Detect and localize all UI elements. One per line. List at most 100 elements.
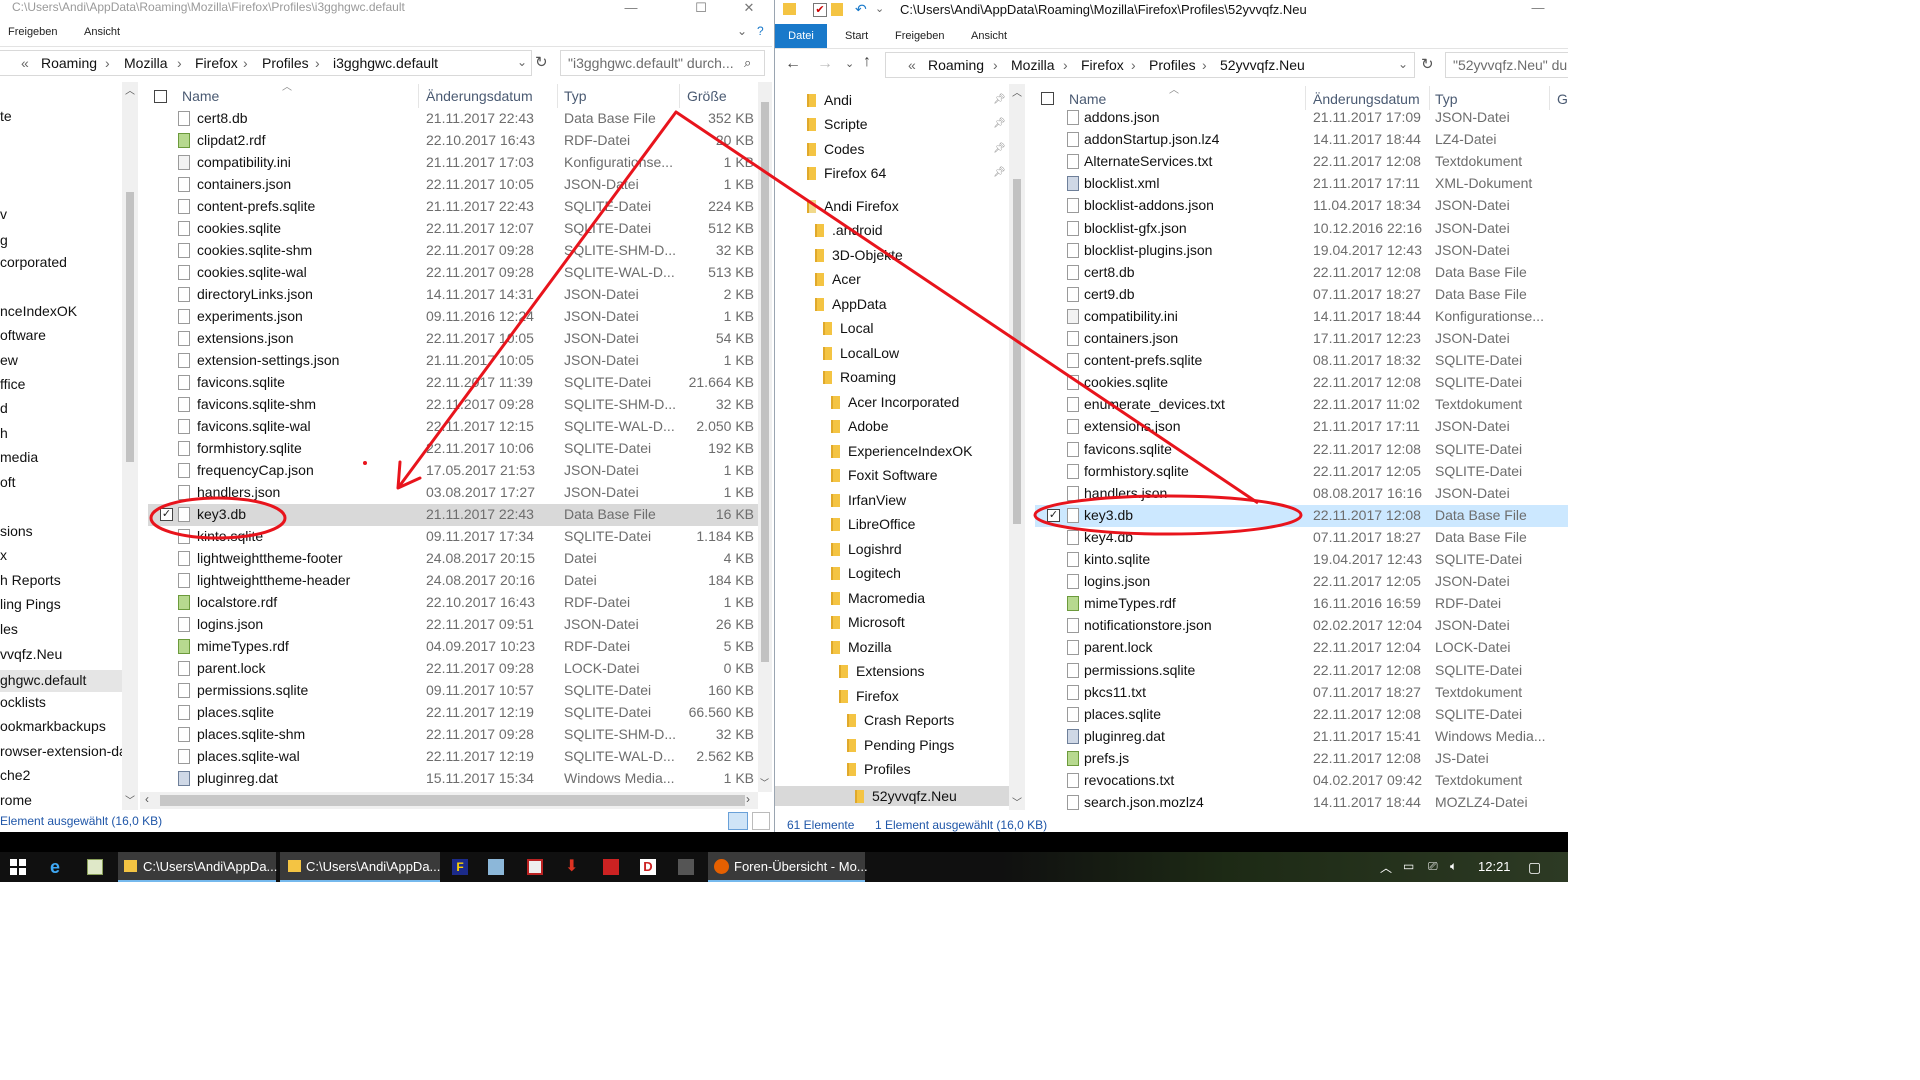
file-row[interactable]: extensions.json 22.11.2017 10:05 JSON-Date… bbox=[148, 328, 758, 350]
file-row[interactable]: cookies.sqlite-wal 22.11.2017 09:28 SQLITE… bbox=[148, 262, 758, 284]
nav-item[interactable]: Foxit Software bbox=[831, 467, 937, 483]
file-row[interactable]: favicons.sqlite-wal 22.11.2017 12:15 SQLIT… bbox=[148, 416, 758, 438]
up-icon[interactable]: ↑ bbox=[863, 53, 871, 71]
notepad-icon[interactable] bbox=[87, 859, 103, 875]
file-row[interactable]: prefs.js 22.11.2017 12:08 JS-Datei bbox=[1035, 748, 1568, 770]
nav-item[interactable]: Acer Incorporated bbox=[831, 394, 959, 410]
chevron-right-icon[interactable]: › bbox=[177, 55, 182, 71]
file-row[interactable]: pluginreg.dat 21.11.2017 15:41 Windows Med… bbox=[1035, 726, 1568, 748]
file-row[interactable]: content-prefs.sqlite 21.11.2017 22:43 SQLI… bbox=[148, 196, 758, 218]
file-row[interactable]: cert8.db 22.11.2017 12:08 Data Base File bbox=[1035, 262, 1568, 284]
row-checkbox[interactable]: ✓ bbox=[1047, 508, 1060, 522]
back-icon[interactable]: ← bbox=[785, 55, 801, 73]
nav-item[interactable]: Microsoft bbox=[831, 614, 905, 630]
file-row[interactable]: experiments.json 09.11.2016 12:24 JSON-Dat… bbox=[148, 306, 758, 328]
file-row[interactable]: kinto.sqlite 19.04.2017 12:43 SQLITE-Datei bbox=[1035, 549, 1568, 571]
column-size[interactable]: Größe bbox=[687, 88, 727, 104]
search-icon[interactable]: ⌕ bbox=[744, 55, 751, 71]
file-row[interactable]: AlternateServices.txt 22.11.2017 12:08 Tex… bbox=[1035, 151, 1568, 173]
chevron-right-icon[interactable]: › bbox=[1063, 57, 1068, 73]
nav-item[interactable]: ookmarkbackups bbox=[0, 718, 106, 734]
file-row[interactable]: kinto.sqlite 09.11.2017 17:34 SQLITE-Datei… bbox=[148, 526, 758, 548]
nav-item[interactable]: ExperienceIndexOK bbox=[831, 443, 973, 459]
nav-item[interactable]: Crash Reports bbox=[847, 712, 954, 728]
undo-icon[interactable]: ↶ bbox=[855, 1, 867, 18]
nav-item[interactable]: AppData bbox=[815, 296, 886, 312]
address-bar[interactable]: « Roaming › Mozilla › Firefox › Profiles… bbox=[885, 52, 1415, 78]
nav-item[interactable]: LocalLow bbox=[823, 345, 899, 361]
breadcrumb-firefox[interactable]: Firefox bbox=[195, 55, 238, 71]
nav-item[interactable]: Firefox 64 bbox=[807, 165, 886, 181]
file-row[interactable]: formhistory.sqlite 22.11.2017 10:06 SQLITE… bbox=[148, 438, 758, 460]
file-row[interactable]: handlers.json 03.08.2017 17:27 JSON-Datei 1… bbox=[148, 482, 758, 504]
file-row[interactable]: pluginreg.dat 15.11.2017 15:34 Windows Med… bbox=[148, 768, 758, 790]
tiles-view-icon[interactable] bbox=[752, 812, 770, 830]
help-icon[interactable]: ? bbox=[757, 24, 764, 38]
nav-item[interactable]: LibreOffice bbox=[831, 516, 915, 532]
chevron-right-icon[interactable]: › bbox=[1202, 57, 1207, 73]
file-row[interactable]: revocations.txt 04.02.2017 09:42 Textdokum… bbox=[1035, 770, 1568, 792]
file-row[interactable]: places.sqlite 22.11.2017 12:19 SQLITE-Date… bbox=[148, 702, 758, 724]
scroll-thumb[interactable] bbox=[126, 192, 134, 462]
clock[interactable]: 12:21 bbox=[1478, 859, 1511, 874]
nav-item[interactable]: sions bbox=[0, 523, 33, 539]
scroll-right-icon[interactable]: › bbox=[746, 792, 750, 806]
file-row[interactable]: cert9.db 07.11.2017 18:27 Data Base File bbox=[1035, 284, 1568, 306]
nav-item[interactable]: Pending Pings bbox=[847, 737, 954, 753]
file-row[interactable]: ✓ key3.db 21.11.2017 22:43 Data Base File 16… bbox=[148, 504, 758, 526]
nav-item[interactable]: te bbox=[0, 108, 12, 124]
breadcrumb-overflow[interactable]: « bbox=[21, 55, 29, 71]
nav-item[interactable]: nceIndexOK bbox=[0, 303, 77, 319]
file-row[interactable]: cookies.sqlite 22.11.2017 12:08 SQLITE-Dat… bbox=[1035, 372, 1568, 394]
file-row[interactable]: cookies.sqlite-shm 22.11.2017 09:28 SQLITE… bbox=[148, 240, 758, 262]
scroll-thumb[interactable] bbox=[761, 102, 769, 662]
pin-icon[interactable]: 📌︎ bbox=[993, 143, 1006, 154]
file-row[interactable]: lightweighttheme-header 24.08.2017 20:16 D… bbox=[148, 570, 758, 592]
column-divider[interactable] bbox=[418, 84, 419, 108]
new-folder-icon[interactable] bbox=[831, 3, 843, 16]
breadcrumb-roaming[interactable]: Roaming bbox=[41, 55, 97, 71]
file-row[interactable]: places.sqlite-shm 22.11.2017 09:28 SQLITE-… bbox=[148, 724, 758, 746]
scroll-up-icon[interactable]: ︿ bbox=[125, 82, 135, 97]
network-icon[interactable]: ⎚ bbox=[1428, 859, 1438, 874]
nav-item[interactable]: Mozilla bbox=[831, 639, 892, 655]
file-row[interactable]: notificationstore.json 02.02.2017 12:04 JS… bbox=[1035, 615, 1568, 637]
nav-item[interactable]: 3D-Objekte bbox=[815, 247, 903, 263]
nav-item[interactable]: ocklists bbox=[0, 694, 46, 710]
taskbar-item-explorer-2[interactable]: C:\Users\Andi\AppDa... bbox=[280, 852, 440, 882]
nav-item[interactable]: Local bbox=[823, 320, 873, 336]
select-all-checkbox[interactable] bbox=[1041, 92, 1054, 105]
nav-item[interactable]: Macromedia bbox=[831, 590, 925, 606]
nav-item[interactable]: ew bbox=[0, 352, 18, 368]
file-row[interactable]: mimeTypes.rdf 04.09.2017 10:23 RDF-Datei 5 … bbox=[148, 636, 758, 658]
nav-item[interactable]: che2 bbox=[0, 767, 30, 783]
quick-access-dropdown-icon[interactable]: ⌄ bbox=[875, 2, 884, 15]
refresh-icon[interactable]: ↻ bbox=[535, 53, 548, 71]
volume-icon[interactable]: 🔈︎ bbox=[1450, 859, 1457, 874]
file-row[interactable]: ✓ key3.db 22.11.2017 12:08 Data Base File bbox=[1035, 504, 1568, 527]
nav-item[interactable]: Acer bbox=[815, 271, 861, 287]
file-row[interactable]: containers.json 17.11.2017 12:23 JSON-Date… bbox=[1035, 328, 1568, 350]
nav-item[interactable]: x bbox=[0, 547, 7, 563]
file-row[interactable]: directoryLinks.json 14.11.2017 14:31 JSON-… bbox=[148, 284, 758, 306]
properties-icon[interactable]: ✔ bbox=[813, 3, 827, 17]
close-icon[interactable]: ✕ bbox=[726, 0, 772, 20]
nav-item[interactable]: Andi bbox=[807, 92, 852, 108]
tab-ansicht[interactable]: Ansicht bbox=[971, 30, 1007, 42]
file-row[interactable]: places.sqlite-wal 22.11.2017 12:19 SQLITE-… bbox=[148, 746, 758, 768]
breadcrumb-mozilla[interactable]: Mozilla bbox=[124, 55, 168, 71]
file-row[interactable]: cookies.sqlite 22.11.2017 12:07 SQLITE-Dat… bbox=[148, 218, 758, 240]
file-row[interactable]: addonStartup.json.lz4 14.11.2017 18:44 LZ4… bbox=[1035, 129, 1568, 151]
nav-item[interactable]: Logishrd bbox=[831, 541, 902, 557]
nav-item[interactable]: Codes bbox=[807, 141, 864, 157]
file-row[interactable]: clipdat2.rdf 22.10.2017 16:43 RDF-Datei 20 … bbox=[148, 130, 758, 152]
nav-item[interactable]: 52yvvqfz.Neu bbox=[775, 786, 1009, 806]
scroll-left-icon[interactable]: ‹ bbox=[145, 792, 149, 806]
file-row[interactable]: logins.json 22.11.2017 12:05 JSON-Datei bbox=[1035, 571, 1568, 593]
details-view-icon[interactable] bbox=[728, 812, 748, 830]
scroll-down-icon[interactable]: ﹀ bbox=[1012, 794, 1022, 809]
nav-item[interactable]: Roaming bbox=[823, 369, 896, 385]
nav-scrollbar[interactable]: ︿ ﹀ bbox=[1009, 84, 1025, 810]
breadcrumb-roaming[interactable]: Roaming bbox=[928, 57, 984, 73]
file-row[interactable]: blocklist-gfx.json 10.12.2016 22:16 JSON-D… bbox=[1035, 218, 1568, 240]
